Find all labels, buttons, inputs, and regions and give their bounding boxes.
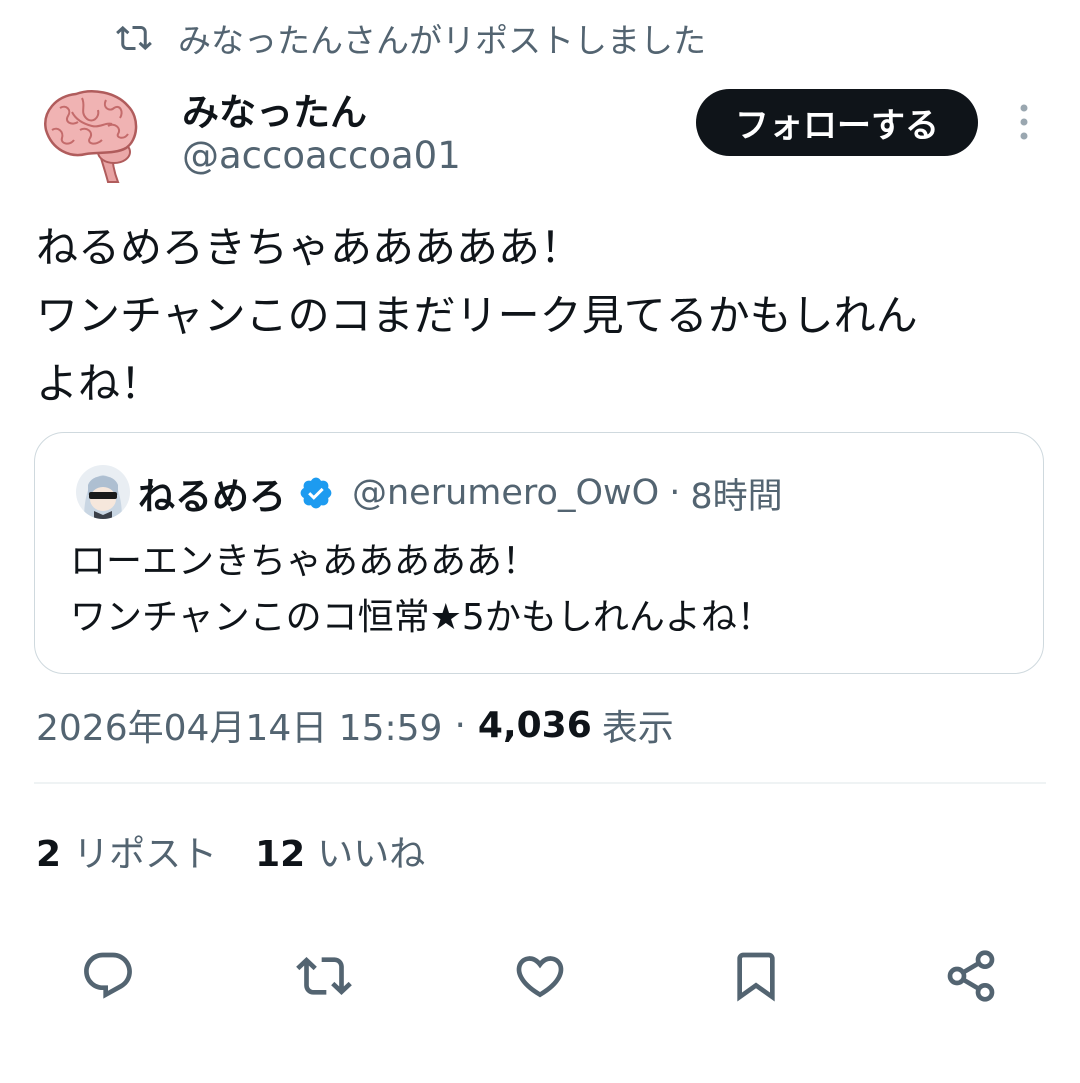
heart-icon (516, 956, 564, 998)
bookmark-button[interactable] (725, 945, 787, 1007)
verified-badge-icon (300, 477, 332, 509)
quoted-text-line: ワンチャンこのコ恒常★5かもしれんよね！ (70, 597, 773, 638)
divider (34, 782, 1046, 784)
reply-icon (84, 952, 132, 999)
author-avatar[interactable] (36, 82, 144, 190)
brain-avatar-icon (44, 90, 138, 183)
repost-context[interactable]: みなったんさんがリポストしました (116, 16, 706, 60)
share-icon (947, 950, 995, 1002)
quoted-tweet-time: 8時間 (690, 476, 783, 517)
repost-context-text: みなったんさんがリポストしました (178, 21, 706, 60)
more-vertical-icon[interactable] (1008, 100, 1040, 144)
tweet-text-line: ねるめろきちゃあああああ！ (36, 223, 583, 272)
engagement-stats: 2 リポスト 12 いいね (36, 826, 425, 876)
likes-label: いいね (317, 834, 426, 875)
tweet-timestamp[interactable]: 2026年04月14日 15:59 (36, 699, 442, 751)
likes-count: 12 (255, 834, 306, 875)
separator-dot: · (454, 704, 466, 746)
share-button[interactable] (940, 945, 1002, 1007)
reposts-count: 2 (36, 834, 62, 875)
bookmark-icon (737, 952, 775, 1002)
views-label: 表示 (601, 708, 674, 749)
quoted-tweet-header: ねるめろ @nerumero_OwO · 8時間 (138, 466, 783, 520)
follow-button[interactable]: フォローする (696, 89, 978, 156)
like-button[interactable] (509, 945, 571, 1007)
tweet-text: ねるめろきちゃあああああ！ ワンチャンこのコまだリーク見てるかもしれん よね！ (36, 214, 1056, 418)
repost-icon (296, 957, 352, 995)
tweet-meta: 2026年04月14日 15:59 · 4,036 表示 (36, 700, 674, 750)
reposts-label: リポスト (73, 834, 218, 875)
likes-stat[interactable]: 12 いいね (255, 825, 425, 877)
quoted-author-handle: @nerumero_OwO (352, 473, 660, 513)
repost-icon (116, 25, 152, 51)
repost-button[interactable] (293, 945, 355, 1007)
author-name[interactable]: みなったん (182, 82, 367, 136)
separator-dot: · (669, 473, 681, 513)
tweet-text-line: ワンチャンこのコまだリーク見てるかもしれん (36, 291, 918, 340)
reply-button[interactable] (77, 945, 139, 1007)
quoted-tweet-text: ローエンきちゃあああああ！ ワンチャンこのコ恒常★5かもしれんよね！ (70, 534, 773, 646)
tweet-text-line: よね！ (36, 359, 163, 408)
reposts-stat[interactable]: 2 リポスト (36, 825, 217, 877)
quoted-author-name: ねるめろ (138, 475, 286, 518)
views-count: 4,036 (477, 704, 592, 746)
quoted-text-line: ローエンきちゃあああああ！ (70, 541, 539, 582)
author-handle[interactable]: @accoaccoa01 (182, 134, 461, 177)
quoted-author-avatar (76, 465, 130, 519)
